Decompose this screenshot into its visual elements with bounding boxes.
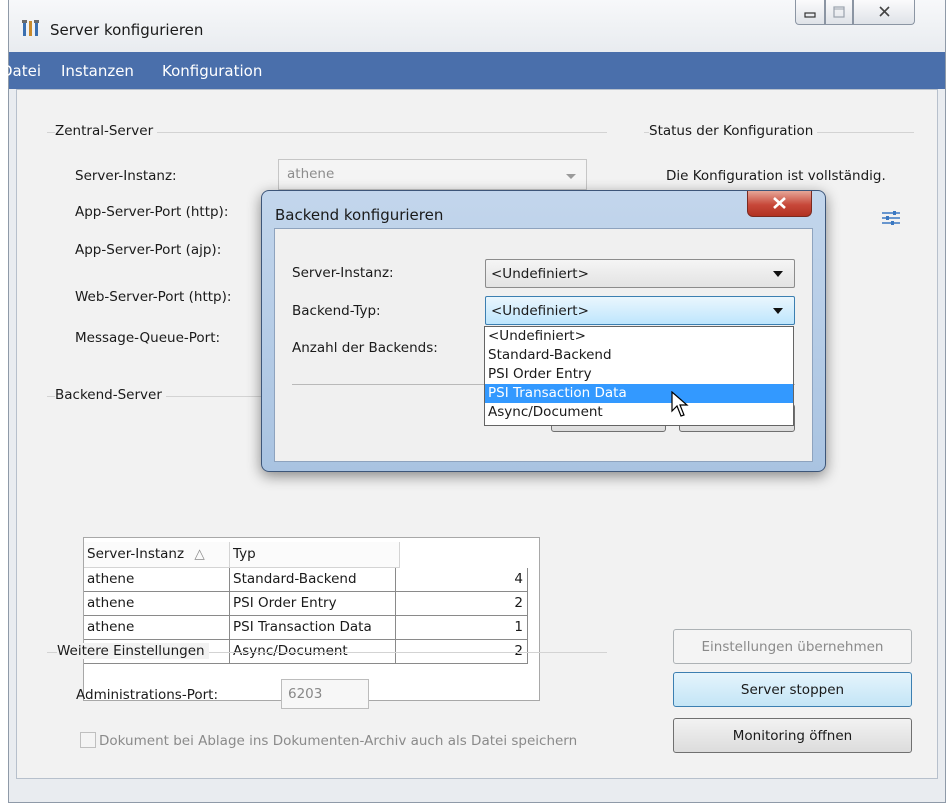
- server-instance-label: Server-Instanz:: [75, 168, 177, 184]
- app-port-http-label: App-Server-Port (http):: [75, 204, 229, 220]
- title-bar: Server konfigurieren: [9, 0, 945, 50]
- dropdown-option[interactable]: <Undefiniert>: [485, 327, 793, 346]
- minimize-icon: [804, 12, 816, 18]
- cell-instance: athene: [84, 592, 230, 616]
- menu-konfiguration[interactable]: Konfiguration: [162, 62, 262, 80]
- cell-type: PSI Transaction Data: [230, 616, 396, 640]
- dialog-title: Backend konfigurieren: [275, 206, 444, 224]
- sort-ascending-icon: △: [194, 546, 205, 562]
- window-title: Server konfigurieren: [50, 21, 204, 39]
- close-icon: [773, 197, 786, 209]
- column-header-instance-label: Server-Instanz: [87, 546, 185, 562]
- app-icon: [22, 20, 39, 36]
- chevron-down-icon: [773, 271, 783, 277]
- dialog-close-button[interactable]: [747, 191, 812, 217]
- backend-count-label: Anzahl der Backends:: [292, 340, 438, 356]
- apply-settings-button[interactable]: Einstellungen übernehmen: [673, 629, 912, 664]
- column-header-instance[interactable]: Server-Instanz △: [84, 542, 230, 568]
- cell-count: 1: [396, 616, 528, 640]
- mq-port-label: Message-Queue-Port:: [75, 330, 221, 346]
- cell-count: 2: [396, 592, 528, 616]
- open-monitoring-button[interactable]: Monitoring öffnen: [673, 718, 912, 753]
- minimize-button[interactable]: [795, 0, 825, 25]
- cell-type: Standard-Backend: [230, 568, 396, 592]
- column-header-type[interactable]: Typ: [230, 542, 400, 568]
- sliders-icon[interactable]: [881, 209, 901, 227]
- cell-count: 4: [396, 568, 528, 592]
- dialog-server-instance-label: Server-Instanz:: [292, 265, 394, 281]
- backend-type-dropdown[interactable]: <Undefiniert> Standard-Backend PSI Order…: [484, 326, 794, 426]
- admin-port-field[interactable]: 6203: [281, 679, 369, 709]
- dropdown-option-highlighted[interactable]: PSI Transaction Data: [485, 384, 793, 403]
- archive-checkbox-label: Dokument bei Ablage ins Dokumenten-Archi…: [99, 733, 578, 749]
- menu-instanzen[interactable]: Instanzen: [61, 62, 134, 80]
- dropdown-option[interactable]: Standard-Backend: [485, 346, 793, 365]
- server-instance-value: athene: [287, 166, 335, 182]
- web-port-http-label: Web-Server-Port (http):: [75, 289, 232, 305]
- column-header-type-label: Typ: [233, 546, 256, 562]
- maximize-icon: [833, 6, 845, 18]
- dialog-server-instance-select[interactable]: <Undefiniert>: [485, 259, 795, 288]
- cell-instance: athene: [84, 616, 230, 640]
- cell-instance: athene: [84, 568, 230, 592]
- close-button[interactable]: [853, 0, 915, 25]
- admin-port-value: 6203: [288, 686, 323, 702]
- dialog-server-instance-value: <Undefiniert>: [491, 266, 589, 282]
- mouse-cursor-icon: [671, 391, 689, 417]
- section-label-backend: Backend-Server: [55, 387, 166, 403]
- server-instance-select[interactable]: athene: [278, 159, 587, 190]
- menu-datei[interactable]: Datei: [1, 62, 41, 80]
- maximize-button[interactable]: [825, 0, 853, 25]
- chevron-down-icon: [773, 308, 783, 314]
- section-label-status: Status der Konfiguration: [649, 123, 818, 139]
- cell-type: PSI Order Entry: [230, 592, 396, 616]
- backend-type-value: <Undefiniert>: [491, 303, 589, 319]
- close-icon: [879, 6, 890, 17]
- dropdown-option[interactable]: Async/Document: [485, 403, 793, 422]
- menu-bar: Datei Instanzen Konfiguration: [1, 52, 945, 89]
- chevron-down-icon: [566, 174, 576, 179]
- stop-server-button[interactable]: Server stoppen: [673, 672, 912, 707]
- backend-type-label: Backend-Typ:: [292, 303, 381, 319]
- backend-type-select[interactable]: <Undefiniert>: [485, 296, 795, 325]
- archive-checkbox[interactable]: [80, 732, 96, 748]
- dropdown-option[interactable]: PSI Order Entry: [485, 365, 793, 384]
- backend-table[interactable]: Server-Instanz △ Typ athene Standard-Bac…: [83, 537, 540, 701]
- section-label-central: Zentral-Server: [55, 123, 158, 139]
- section-label-further: Weitere Einstellungen: [57, 643, 209, 659]
- status-text: Die Konfiguration ist vollständig.: [666, 168, 886, 184]
- admin-port-label: Administrations-Port:: [76, 687, 219, 703]
- app-port-ajp-label: App-Server-Port (ajp):: [75, 242, 222, 258]
